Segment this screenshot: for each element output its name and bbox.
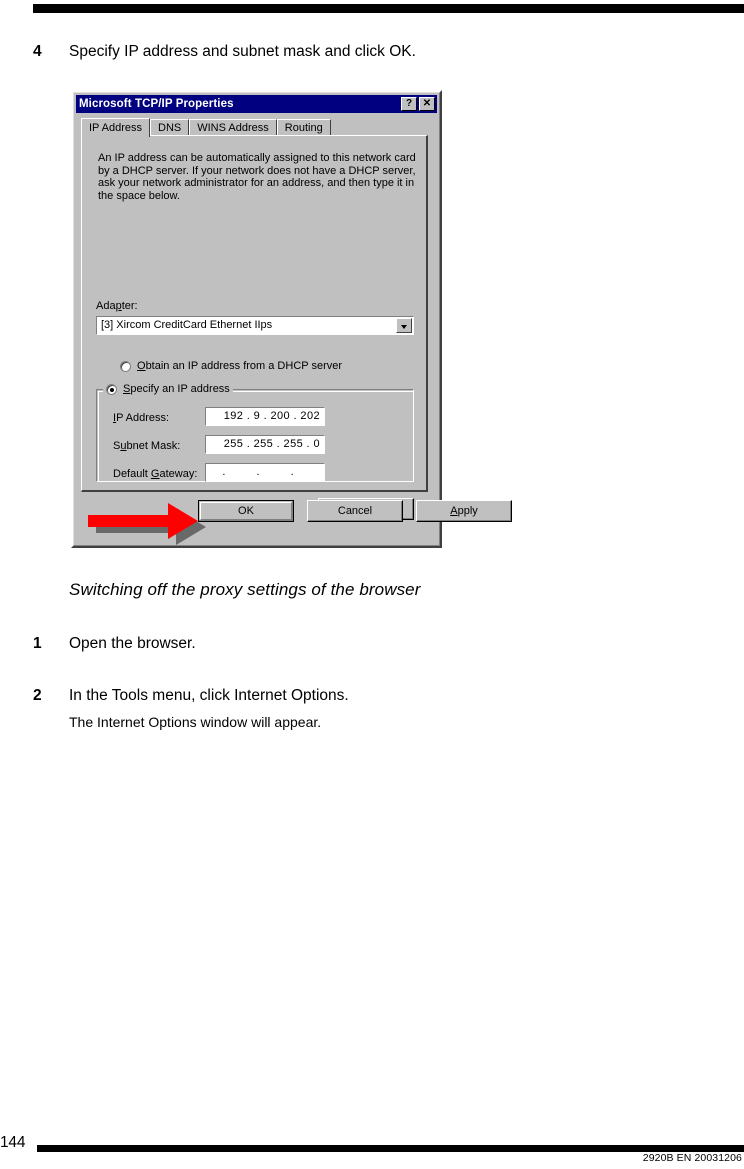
tab-routing[interactable]: Routing bbox=[276, 119, 331, 136]
adapter-selected-value: [3] Xircom CreditCard Ethernet IIps bbox=[101, 319, 273, 331]
radio-label-dhcp: Obtain an IP address from a DHCP server bbox=[137, 360, 343, 372]
subnet-mask-label: Subnet Mask: bbox=[113, 440, 181, 452]
step-text: In the Tools menu, click Internet Option… bbox=[69, 687, 349, 704]
close-icon[interactable]: ✕ bbox=[419, 97, 435, 111]
tab-ip-address[interactable]: IP Address bbox=[81, 118, 150, 137]
step-item-2: 2 In the Tools menu, click Internet Opti… bbox=[33, 686, 673, 706]
ip-address-label: IP Address: bbox=[113, 412, 170, 424]
titlebar-button-group: ? ✕ bbox=[401, 97, 435, 111]
chevron-down-icon[interactable] bbox=[396, 318, 412, 333]
apply-button[interactable]: Apply bbox=[416, 500, 512, 522]
page-top-rule bbox=[33, 4, 744, 13]
ok-button[interactable]: OK bbox=[198, 500, 294, 522]
adapter-select[interactable]: [3] Xircom CreditCard Ethernet IIps bbox=[96, 316, 414, 335]
help-icon[interactable]: ? bbox=[401, 97, 417, 111]
cancel-button[interactable]: Cancel bbox=[307, 500, 403, 522]
step-number: 1 bbox=[33, 635, 42, 652]
ok-button-label: OK bbox=[238, 504, 254, 517]
step-result-text: The Internet Options window will appear. bbox=[69, 714, 322, 730]
step-item-1: 1 Open the browser. bbox=[33, 634, 673, 654]
radio-specify-ip[interactable]: Specify an IP address bbox=[103, 383, 233, 396]
step-text: Open the browser. bbox=[69, 635, 196, 652]
step-item-4: 4 Specify IP address and subnet mask and… bbox=[33, 42, 673, 62]
cancel-button-label: Cancel bbox=[337, 504, 373, 517]
ip-address-tab-panel: An IP address can be automatically assig… bbox=[81, 135, 428, 520]
specify-ip-groupbox: Specify an IP address IP Address: 192 . … bbox=[96, 383, 414, 482]
page-number: 144 bbox=[0, 1134, 26, 1151]
step-number: 4 bbox=[33, 43, 42, 60]
tcpip-properties-dialog: Microsoft TCP/IP Properties ? ✕ IP Addre… bbox=[71, 90, 512, 548]
adapter-label: Adapter: bbox=[96, 300, 138, 312]
radio-indicator-static bbox=[106, 384, 117, 395]
apply-button-label: Apply bbox=[450, 504, 478, 517]
section-heading: Switching off the proxy settings of the … bbox=[69, 580, 421, 599]
dialog-title: Microsoft TCP/IP Properties bbox=[79, 97, 234, 110]
radio-indicator-dhcp bbox=[120, 361, 131, 372]
dialog-tabstrip: IP Address DNS WINS Address Routing bbox=[81, 118, 331, 137]
radio-obtain-dhcp[interactable]: Obtain an IP address from a DHCP server bbox=[120, 360, 342, 373]
step-number: 2 bbox=[33, 687, 42, 704]
page-footer-rule bbox=[37, 1145, 744, 1152]
document-code: 2920B EN 20031206 bbox=[642, 1152, 742, 1164]
dialog-titlebar: Microsoft TCP/IP Properties ? ✕ bbox=[76, 95, 437, 113]
ip-address-input[interactable]: 192 . 9 . 200 . 202 bbox=[205, 407, 325, 426]
default-gateway-input[interactable]: . . . bbox=[205, 463, 325, 482]
tab-dns[interactable]: DNS bbox=[150, 119, 190, 136]
tab-wins-address[interactable]: WINS Address bbox=[189, 119, 277, 136]
radio-label-static: Specify an IP address bbox=[123, 383, 230, 395]
step-text: Specify IP address and subnet mask and c… bbox=[69, 43, 416, 60]
dhcp-description-text: An IP address can be automatically assig… bbox=[98, 152, 416, 202]
subnet-mask-input[interactable]: 255 . 255 . 255 . 0 bbox=[205, 435, 325, 454]
default-gateway-label: Default Gateway: bbox=[113, 468, 198, 480]
